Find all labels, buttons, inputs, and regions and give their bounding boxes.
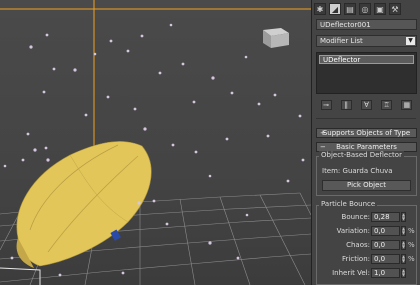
motion-icon: ◎ [361,4,369,14]
motion-tab[interactable]: ◎ [359,3,371,15]
item-label: Item: [322,167,341,175]
modifier-stack[interactable]: UDeflector [316,52,417,94]
umbrella-object [16,141,152,268]
param-label: Chaos: [346,241,370,249]
hammer-icon: ⚒ [391,4,399,14]
item-row: Item: Guarda Chuva [322,166,393,176]
viewcube [263,28,289,48]
spinner-arrows-icon[interactable]: ▲ ▼ [401,268,406,278]
utilities-tab[interactable]: ⚒ [389,3,401,15]
item-value: Guarda Chuva [342,167,393,175]
make-unique-icon[interactable]: ∀ [360,100,372,110]
monitor-icon: ▣ [376,4,384,14]
bend-icon: ◢ [331,4,339,14]
spinner-arrows-icon[interactable]: ▲ ▼ [401,226,406,236]
deflector-outline [0,267,41,285]
param-row: Bounce: 0,28 ▲ ▼ [316,212,417,222]
command-panel: ✱ ◢ ▤ ◎ ▣ ⚒ UDeflector001 Modifier List ▼ UDe… [311,0,420,285]
spinner-arrows-icon[interactable]: ▲ ▼ [401,212,406,222]
param-spinner-field[interactable]: 0,0 [371,254,400,264]
create-tab[interactable]: ✱ [314,3,326,15]
param-row: Variation: 0,0 ▲ ▼% [316,226,417,236]
gear-icon: ✱ [316,4,324,14]
modify-tab[interactable]: ◢ [329,3,341,15]
display-tab[interactable]: ▣ [374,3,386,15]
param-unit: % [408,227,415,235]
pick-object-button[interactable]: Pick Object [322,180,411,191]
rollout-supports-objects[interactable]: + Supports Objects of Type [316,128,417,138]
stack-toolbar: ⊸ ‖ ∀ ♖ ▦ [316,99,417,111]
modifier-list-label: Modifier List [320,37,363,45]
rollout-title: Basic Parameters [336,143,397,151]
param-row: Friction: 0,0 ▲ ▼% [316,254,417,264]
group-label: Particle Bounce [319,200,378,208]
param-label: Friction: [342,255,370,263]
param-unit: % [408,241,415,249]
param-label: Bounce: [341,213,370,221]
stack-item[interactable]: UDeflector [319,55,414,64]
hierarchy-icon: ▤ [346,4,354,14]
command-panel-tabs: ✱ ◢ ▤ ◎ ▣ ⚒ [314,2,418,16]
object-name-field[interactable]: UDeflector001 [316,19,417,30]
pin-stack-icon[interactable]: ⊸ [320,100,332,110]
param-row: Inherit Vel: 1,0 ▲ ▼ [316,268,417,278]
expand-icon: + [320,129,326,137]
param-spinner-field[interactable]: 0,0 [371,226,400,236]
spinner-arrows-icon[interactable]: ▲ ▼ [401,254,406,264]
spinner-arrows-icon[interactable]: ▲ ▼ [401,240,406,250]
collapse-icon: − [320,143,326,151]
param-spinner-field[interactable]: 1,0 [371,268,400,278]
param-spinner-field[interactable]: 0,0 [371,240,400,250]
param-spinner-field[interactable]: 0,28 [371,212,400,222]
show-end-result-icon[interactable]: ‖ [340,100,352,110]
chevron-down-icon[interactable]: ▼ [406,37,415,45]
viewport-scene [0,0,311,285]
hierarchy-tab[interactable]: ▤ [344,3,356,15]
param-unit: % [408,255,415,263]
param-label: Variation: [336,227,370,235]
rollout-title: Supports Objects of Type [322,129,411,137]
divider [316,118,416,119]
perspective-viewport[interactable] [0,0,311,285]
param-label: Inherit Vel: [332,269,370,277]
modifier-list-dropdown[interactable]: Modifier List ▼ [316,35,417,47]
group-label: Object-Based Deflector [319,151,404,159]
param-row: Chaos: 0,0 ▲ ▼% [316,240,417,250]
configure-sets-icon[interactable]: ▦ [401,100,413,110]
remove-modifier-icon[interactable]: ♖ [381,100,393,110]
